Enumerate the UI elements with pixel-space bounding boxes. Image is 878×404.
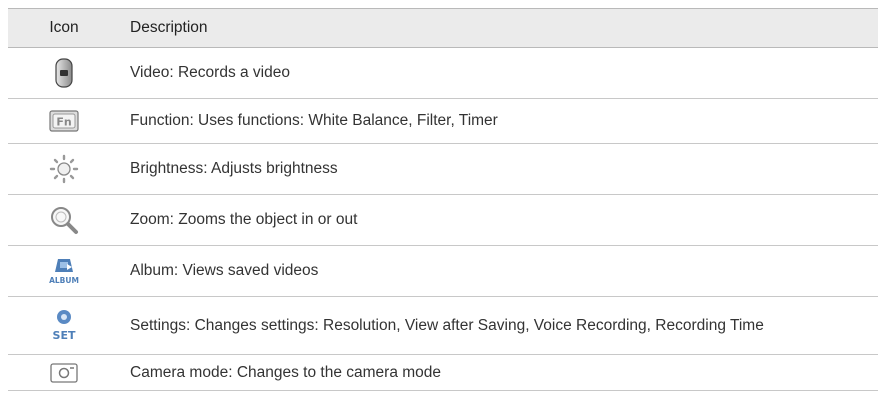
- function-icon: Fn: [8, 110, 120, 132]
- table-row: Camera mode: Changes to the camera mode: [8, 355, 878, 391]
- table-row: ALBUM Album: Views saved videos: [8, 246, 878, 297]
- table-row: SET Settings: Changes settings: Resoluti…: [8, 297, 878, 355]
- table-header: Icon Description: [8, 8, 878, 48]
- row-description: Function: Uses functions: White Balance,…: [130, 112, 498, 129]
- header-description: Description: [130, 19, 208, 36]
- camera-mode-icon: [8, 362, 120, 384]
- table-row: Video: Records a video: [8, 48, 878, 99]
- row-description: Camera mode: Changes to the camera mode: [130, 363, 442, 381]
- svg-text:SET: SET: [53, 329, 76, 342]
- svg-text:Fn: Fn: [56, 116, 71, 129]
- svg-text:ALBUM: ALBUM: [49, 276, 79, 285]
- zoom-icon: [8, 205, 120, 235]
- row-description: Brightness: Adjusts brightness: [130, 160, 338, 177]
- table-row: Brightness: Adjusts brightness: [8, 144, 878, 195]
- icon-table: Icon Description Video: Records a video …: [8, 8, 878, 391]
- album-icon: ALBUM: [8, 255, 120, 287]
- row-description: Album: Views saved videos: [130, 262, 319, 279]
- table-row: Zoom: Zooms the object in or out: [8, 195, 878, 246]
- row-description: Video: Records a video: [130, 64, 290, 81]
- row-description: Zoom: Zooms the object in or out: [130, 211, 358, 228]
- brightness-icon: [8, 154, 120, 184]
- settings-icon: SET: [8, 308, 120, 344]
- row-description: Settings: Changes settings: Resolution, …: [130, 316, 764, 334]
- table-row: Fn Function: Uses functions: White Balan…: [8, 99, 878, 144]
- header-icon: Icon: [49, 19, 79, 36]
- video-icon: [8, 58, 120, 88]
